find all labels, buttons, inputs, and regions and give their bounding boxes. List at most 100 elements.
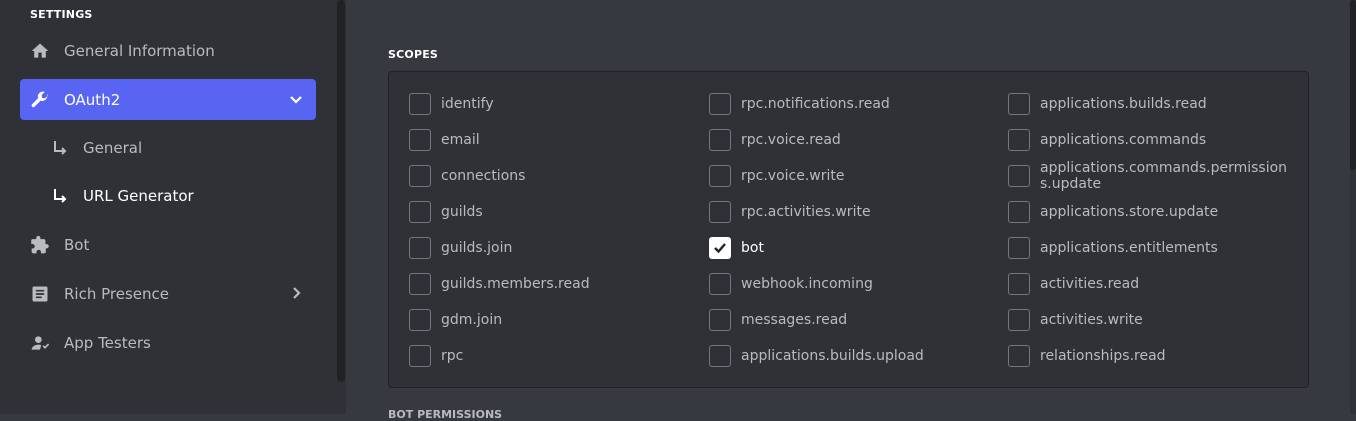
sidebar: SETTINGS General Information OAuth2 Gene… bbox=[0, 0, 336, 414]
checkbox[interactable] bbox=[1008, 129, 1030, 151]
puzzle-icon bbox=[28, 233, 52, 257]
sidebar-item-general-information[interactable]: General Information bbox=[20, 30, 316, 71]
scope-checkbox-item[interactable]: activities.write bbox=[1008, 308, 1143, 332]
checkbox[interactable] bbox=[409, 309, 431, 331]
scope-checkbox-item[interactable]: applications.builds.upload bbox=[709, 344, 924, 368]
sidebar-subitem-general[interactable]: General bbox=[20, 130, 316, 166]
scope-label: applications.entitlements bbox=[1040, 240, 1218, 256]
scopes-panel: identify email connections guilds guilds… bbox=[388, 71, 1309, 388]
checkmark-icon bbox=[714, 243, 726, 254]
checkbox[interactable] bbox=[709, 345, 731, 367]
scope-label: applications.store.update bbox=[1040, 204, 1219, 220]
checkbox[interactable] bbox=[1008, 273, 1030, 295]
scope-label: rpc.voice.read bbox=[741, 132, 841, 148]
scope-label: relationships.read bbox=[1040, 348, 1166, 364]
scope-checkbox-item[interactable]: applications.store.update bbox=[1008, 200, 1218, 224]
scope-checkbox-item-bot[interactable]: bot bbox=[709, 236, 764, 260]
scope-label: webhook.incoming bbox=[741, 276, 873, 292]
scope-checkbox-item[interactable]: rpc bbox=[409, 344, 463, 368]
scope-label: applications.builds.read bbox=[1040, 96, 1207, 112]
checkbox[interactable] bbox=[409, 93, 431, 115]
scope-label: applications.commands bbox=[1040, 132, 1207, 148]
scope-checkbox-item[interactable]: email bbox=[409, 128, 480, 152]
user-icon bbox=[28, 331, 52, 355]
checkbox[interactable] bbox=[709, 309, 731, 331]
checkbox[interactable] bbox=[709, 129, 731, 151]
scope-label: gdm.join bbox=[441, 312, 503, 328]
scope-label: email bbox=[441, 132, 480, 148]
sidebar-scrollbar[interactable] bbox=[336, 0, 346, 414]
scope-label: rpc.voice.write bbox=[741, 168, 845, 184]
scope-label: guilds bbox=[441, 204, 483, 220]
scope-checkbox-item[interactable]: messages.read bbox=[709, 308, 847, 332]
checkbox[interactable] bbox=[709, 165, 731, 187]
bot-permissions-title: BOT PERMISSIONS bbox=[388, 408, 503, 421]
scope-label: rpc.activities.write bbox=[741, 204, 871, 220]
sidebar-item-app-testers[interactable]: App Testers bbox=[20, 322, 316, 363]
scope-checkbox-item[interactable]: connections bbox=[409, 164, 525, 188]
scope-checkbox-item[interactable]: relationships.read bbox=[1008, 344, 1166, 368]
subitem-arrow-icon bbox=[51, 139, 69, 157]
sidebar-item-label: OAuth2 bbox=[64, 90, 121, 109]
checkbox[interactable] bbox=[409, 129, 431, 151]
sidebar-section-title: SETTINGS bbox=[30, 8, 93, 21]
scope-checkbox-item[interactable]: applications.entitlements bbox=[1008, 236, 1218, 260]
checkbox[interactable] bbox=[1008, 165, 1030, 187]
scope-checkbox-item[interactable]: identify bbox=[409, 92, 494, 116]
scope-checkbox-item[interactable]: webhook.incoming bbox=[709, 272, 873, 296]
sidebar-subitem-label: URL Generator bbox=[83, 187, 194, 205]
checkbox[interactable] bbox=[409, 237, 431, 259]
scope-label: messages.read bbox=[741, 312, 848, 328]
scope-checkbox-item[interactable]: applications.commands.permissions.update bbox=[1008, 160, 1298, 192]
checkbox[interactable] bbox=[1008, 201, 1030, 223]
checkbox[interactable] bbox=[409, 165, 431, 187]
sidebar-item-rich-presence[interactable]: Rich Presence bbox=[20, 273, 316, 314]
scope-label: identify bbox=[441, 96, 494, 112]
checkbox[interactable] bbox=[709, 93, 731, 115]
scope-checkbox-item[interactable]: gdm.join bbox=[409, 308, 502, 332]
checkbox[interactable] bbox=[709, 273, 731, 295]
main-scrollbar-thumb[interactable] bbox=[1350, 0, 1356, 170]
wrench-icon bbox=[28, 88, 52, 112]
scope-checkbox-item[interactable]: rpc.voice.read bbox=[709, 128, 841, 152]
scope-label: rpc bbox=[441, 348, 464, 364]
scope-checkbox-item[interactable]: rpc.activities.write bbox=[709, 200, 871, 224]
scope-label: guilds.join bbox=[441, 240, 513, 256]
sidebar-item-oauth2[interactable]: OAuth2 bbox=[20, 79, 316, 120]
scope-label: guilds.members.read bbox=[441, 276, 590, 292]
checkbox[interactable] bbox=[709, 201, 731, 223]
sidebar-item-label: Bot bbox=[64, 235, 90, 254]
scope-label: bot bbox=[741, 240, 764, 256]
checkbox-checked[interactable] bbox=[709, 237, 731, 259]
scope-label: connections bbox=[441, 168, 526, 184]
checkbox[interactable] bbox=[409, 345, 431, 367]
scope-label: rpc.notifications.read bbox=[741, 96, 890, 112]
sidebar-scrollbar-thumb[interactable] bbox=[337, 0, 345, 382]
scopes-title: SCOPES bbox=[388, 48, 439, 61]
scope-label: activities.read bbox=[1040, 276, 1140, 292]
scope-checkbox-item[interactable]: applications.builds.read bbox=[1008, 92, 1207, 116]
scope-label: applications.commands.permissions.update bbox=[1040, 160, 1288, 192]
checkbox[interactable] bbox=[409, 273, 431, 295]
scope-checkbox-item[interactable]: guilds.members.read bbox=[409, 272, 590, 296]
chevron-down-icon[interactable] bbox=[288, 91, 304, 107]
sidebar-item-label: App Testers bbox=[64, 333, 151, 352]
scope-label: applications.builds.upload bbox=[741, 348, 924, 364]
checkbox[interactable] bbox=[1008, 237, 1030, 259]
sidebar-subitem-label: General bbox=[83, 139, 143, 157]
main-scrollbar[interactable] bbox=[1350, 0, 1356, 414]
scope-checkbox-item[interactable]: rpc.notifications.read bbox=[709, 92, 890, 116]
checkbox[interactable] bbox=[1008, 345, 1030, 367]
checkbox[interactable] bbox=[1008, 93, 1030, 115]
scope-checkbox-item[interactable]: guilds bbox=[409, 200, 483, 224]
sidebar-subitem-url-generator[interactable]: URL Generator bbox=[20, 178, 316, 214]
scope-checkbox-item[interactable]: activities.read bbox=[1008, 272, 1139, 296]
chevron-right-icon[interactable] bbox=[288, 285, 304, 301]
sidebar-item-label: General Information bbox=[64, 41, 215, 60]
sidebar-item-bot[interactable]: Bot bbox=[20, 224, 316, 265]
scope-checkbox-item[interactable]: applications.commands bbox=[1008, 128, 1206, 152]
checkbox[interactable] bbox=[409, 201, 431, 223]
checkbox[interactable] bbox=[1008, 309, 1030, 331]
scope-checkbox-item[interactable]: rpc.voice.write bbox=[709, 164, 845, 188]
scope-checkbox-item[interactable]: guilds.join bbox=[409, 236, 512, 260]
